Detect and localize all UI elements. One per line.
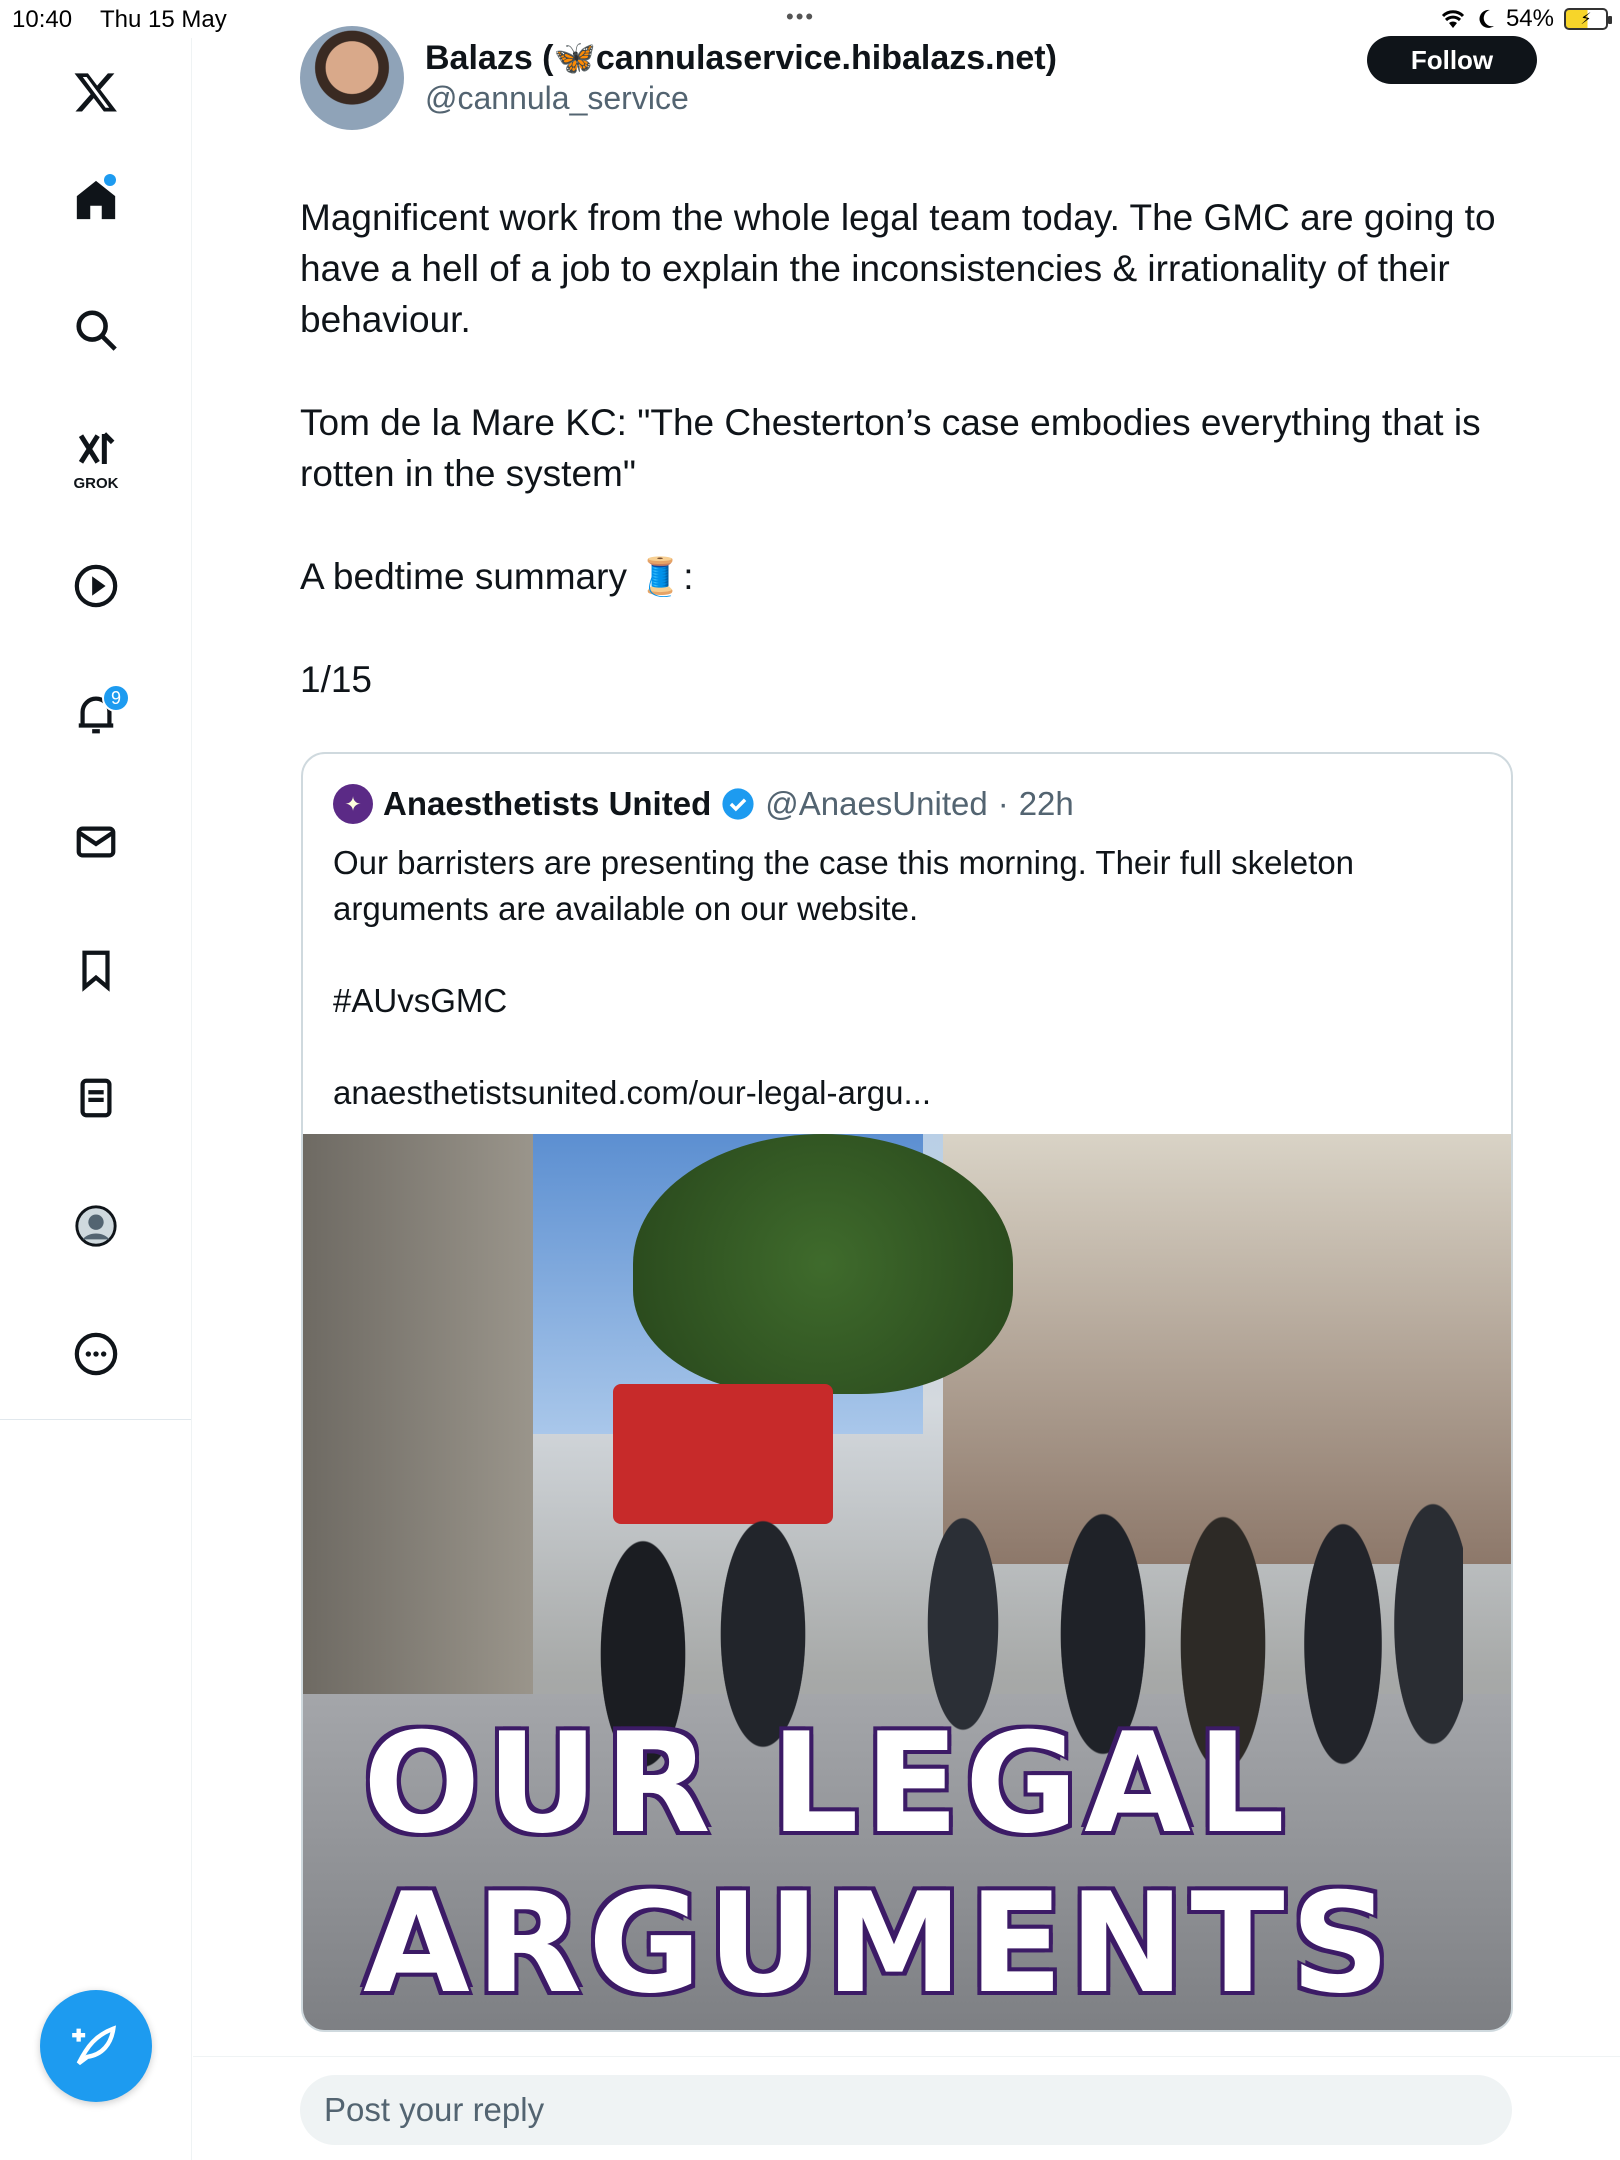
- quote-text: Our barristers are presenting the case t…: [333, 840, 1483, 1162]
- post-paragraph: Magnificent work from the whole legal te…: [300, 197, 1506, 340]
- post-paragraph: Tom de la Mare KC: "The Chesterton’s cas…: [300, 402, 1491, 494]
- quote-author-name[interactable]: Anaesthetists United: [383, 785, 711, 823]
- notifications-badge: 9: [102, 684, 130, 712]
- author-handle[interactable]: @cannula_service: [425, 80, 689, 117]
- search-icon[interactable]: [62, 296, 130, 364]
- follow-button[interactable]: Follow: [1367, 36, 1537, 84]
- bell-icon[interactable]: 9: [62, 680, 130, 748]
- status-time: 10:40: [12, 6, 73, 33]
- quote-timestamp[interactable]: 22h: [1019, 785, 1074, 823]
- verified-badge-icon: [722, 788, 754, 820]
- reply-bar: Post your reply: [193, 2056, 1620, 2160]
- profile-icon[interactable]: [62, 1192, 130, 1260]
- post-paragraph: 1/15: [300, 659, 373, 700]
- home-icon[interactable]: [62, 166, 130, 234]
- bookmark-icon[interactable]: [62, 936, 130, 1004]
- author-name[interactable]: Balazs (🦋cannulaservice.hibalazs.net): [425, 38, 1057, 78]
- anaesthetists-united-logo-icon: ✦: [333, 784, 373, 824]
- home-unread-dot: [104, 174, 116, 186]
- post-paragraph: A bedtime summary 🧵:: [300, 556, 694, 597]
- quote-author-handle[interactable]: @AnaesUnited: [765, 785, 987, 823]
- x-logo-icon[interactable]: [62, 58, 130, 126]
- post-text: Magnificent work from the whole legal te…: [300, 192, 1540, 757]
- quote-paragraph: Our barristers are presenting the case t…: [333, 844, 1355, 927]
- compose-feather-icon: [72, 2025, 116, 2066]
- mail-icon[interactable]: [62, 808, 130, 876]
- reply-input[interactable]: Post your reply: [300, 2075, 1512, 2145]
- image-tree: [633, 1134, 1013, 1394]
- quote-hashtag[interactable]: #AUvsGMC: [333, 978, 1483, 1024]
- play-icon[interactable]: [62, 552, 130, 620]
- quote-link[interactable]: anaesthetistsunited.com/our-legal-argu..…: [333, 1070, 1483, 1116]
- quote-header: ✦ Anaesthetists United @AnaesUnited · 22…: [333, 784, 1074, 824]
- quoted-post[interactable]: ✦ Anaesthetists United @AnaesUnited · 22…: [301, 752, 1513, 2032]
- grok-icon[interactable]: GROK: [62, 422, 130, 492]
- more-icon[interactable]: [62, 1320, 130, 1388]
- quote-image[interactable]: OUR LEGAL ARGUMENTS: [303, 1134, 1511, 2030]
- post-detail: Balazs (🦋cannulaservice.hibalazs.net) @c…: [193, 0, 1620, 2160]
- image-title-line: OUR LEGAL: [363, 1703, 1291, 1864]
- sidebar: GROK 9: [0, 38, 192, 2160]
- list-icon[interactable]: [62, 1064, 130, 1132]
- image-overlay-title: OUR LEGAL ARGUMENTS: [363, 1704, 1463, 2024]
- grok-label: GROK: [73, 475, 119, 492]
- image-title-line: ARGUMENTS: [363, 1863, 1397, 2024]
- avatar[interactable]: [300, 26, 404, 130]
- compose-button[interactable]: [40, 1990, 152, 2102]
- sidebar-nav: GROK 9: [0, 38, 191, 1420]
- quote-separator: ·: [997, 785, 1009, 822]
